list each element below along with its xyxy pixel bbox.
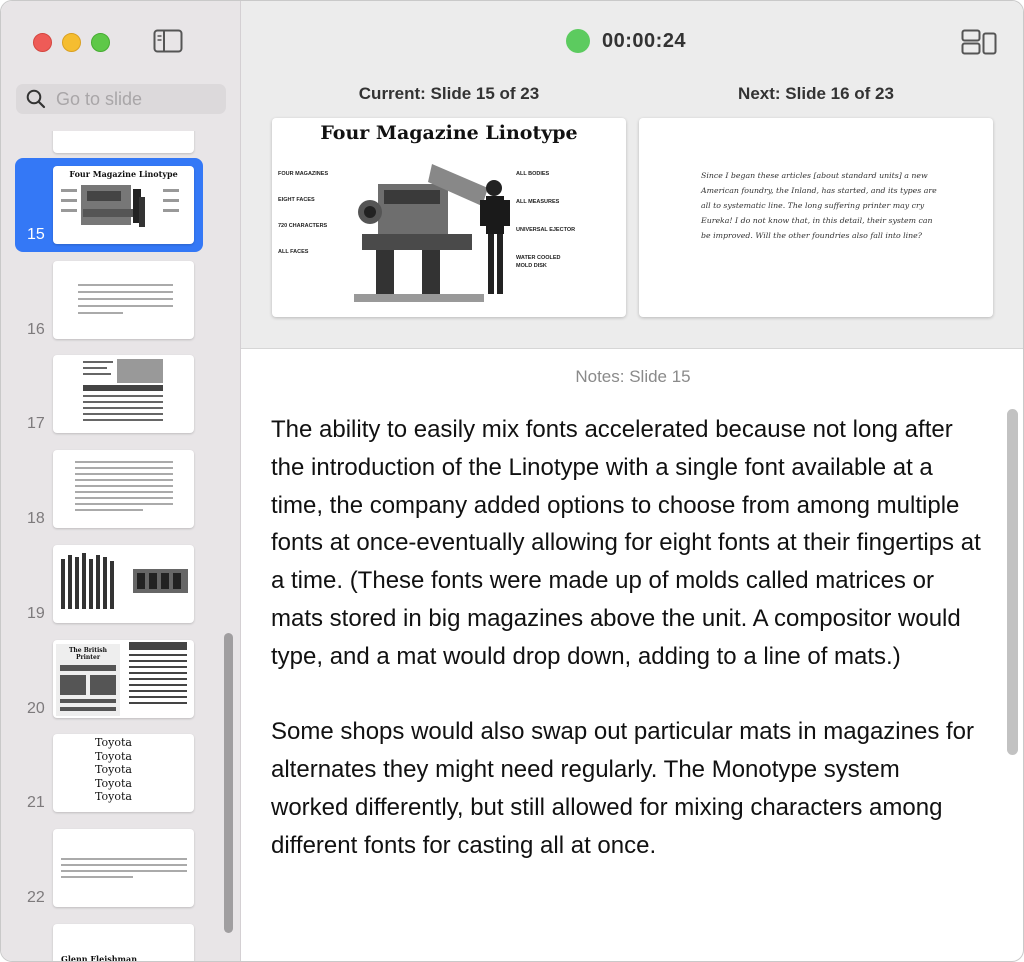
notes-paragraph: Some shops would also swap out particula… <box>271 718 975 859</box>
thumbnail-word: Toyota <box>95 749 132 763</box>
slide-item-18[interactable]: 18 <box>15 442 203 536</box>
presenter-window: 15 Four Magazine Linotype <box>0 0 1024 962</box>
linotype-machine-image <box>348 158 518 317</box>
elapsed-timer[interactable]: 00:00:24 <box>602 30 686 53</box>
slide-thumbnail: The British Printer <box>53 640 194 718</box>
slide-thumbnail: Four Magazine Linotype <box>53 166 194 244</box>
current-slide-preview[interactable]: Four Magazine Linotype FOUR MAGAZINES EI… <box>272 118 626 317</box>
thumbnail-word: Toyota <box>95 790 132 803</box>
thumbnail-word: Toyota <box>95 736 132 749</box>
slide-item-17[interactable]: 17 <box>15 347 203 441</box>
sidebar-scrollbar[interactable] <box>224 633 233 933</box>
traffic-lights <box>33 33 110 52</box>
layout-button[interactable] <box>961 29 997 55</box>
notes-label: Notes: Slide 15 <box>575 367 691 386</box>
slide-item-16[interactable]: 16 <box>15 253 203 347</box>
sidebar: 15 Four Magazine Linotype <box>1 1 241 962</box>
slide-thumbnail <box>53 355 194 433</box>
thumbnail-word: Toyota <box>95 763 132 776</box>
right-captions: ALL BODIES ALL MEASURES UNIVERSAL EJECTO… <box>516 171 576 269</box>
slide-preview-area: 00:00:24 Current: Slide 15 of 23 Next: S… <box>241 1 1023 349</box>
next-slide-preview[interactable]: Since I began these articles [about stan… <box>639 118 993 317</box>
minimize-button[interactable] <box>62 33 81 52</box>
left-captions: FOUR MAGAZINES EIGHT FACES 720 CHARACTER… <box>278 171 329 255</box>
slide-number: 18 <box>27 510 45 527</box>
slide-number: 22 <box>27 889 45 906</box>
slide-thumbnail: Glenn Fleishman <box>53 924 194 962</box>
slide-number: 16 <box>27 321 45 338</box>
thumbnail-word: Toyota <box>95 776 132 790</box>
current-slide-label: Current: Slide 15 of 23 <box>358 84 540 103</box>
search-icon <box>26 89 46 109</box>
slide-list[interactable]: 15 Four Magazine Linotype 16 17 18 19 20… <box>1 131 241 962</box>
slide-number: 21 <box>27 794 45 811</box>
linotype-machine-image <box>61 185 179 227</box>
presenter-main: 00:00:24 Current: Slide 15 of 23 Next: S… <box>241 1 1023 961</box>
timer-group: 00:00:24 <box>566 29 686 53</box>
zoom-button[interactable] <box>91 33 110 52</box>
slide-item-22[interactable]: 22 <box>15 821 203 915</box>
notes-scrollbar[interactable] <box>1007 409 1018 755</box>
layout-icon <box>961 29 997 55</box>
close-button[interactable] <box>33 33 52 52</box>
slide-item-14[interactable] <box>15 131 203 161</box>
slide-number: 15 <box>27 226 45 243</box>
slide-item-19[interactable]: 19 <box>15 537 203 631</box>
next-slide-quote: Since I began these articles [about stan… <box>701 171 937 240</box>
slide-thumbnail <box>53 131 194 153</box>
notes-paragraph: The ability to easily mix fonts accelera… <box>271 416 981 670</box>
slide-number: 19 <box>27 605 45 622</box>
speaker-notes[interactable]: The ability to easily mix fonts accelera… <box>271 411 981 902</box>
thumbnail-title: The British Printer <box>68 647 108 661</box>
slide-number: 17 <box>27 415 45 432</box>
slide-thumbnail <box>53 450 194 528</box>
thumbnail-title: Glenn Fleishman <box>61 954 138 962</box>
slide-item-23[interactable]: Glenn Fleishman <box>15 916 203 962</box>
status-indicator <box>566 29 590 53</box>
slide-item-20[interactable]: 20 The British Printer <box>15 632 203 726</box>
slide-thumbnail <box>53 261 194 339</box>
slide-item-21[interactable]: 21 Toyota Toyota Toyota Toyota Toyota <box>15 726 203 820</box>
slide-number: 20 <box>27 700 45 717</box>
next-slide-label: Next: Slide 16 of 23 <box>738 84 894 103</box>
slide-thumbnail: Toyota Toyota Toyota Toyota Toyota <box>53 734 194 812</box>
slide-thumbnail <box>53 829 194 907</box>
sidebar-icon <box>153 29 183 53</box>
thumbnail-title: Four Magazine Linotype <box>69 169 178 179</box>
sidebar-toggle-button[interactable] <box>153 29 183 53</box>
slide-title: Four Magazine Linotype <box>320 122 578 144</box>
slide-thumbnail <box>53 545 194 623</box>
go-to-slide-search[interactable] <box>16 84 226 114</box>
search-input[interactable] <box>56 88 216 110</box>
slide-item-15[interactable]: 15 Four Magazine Linotype <box>15 158 203 252</box>
